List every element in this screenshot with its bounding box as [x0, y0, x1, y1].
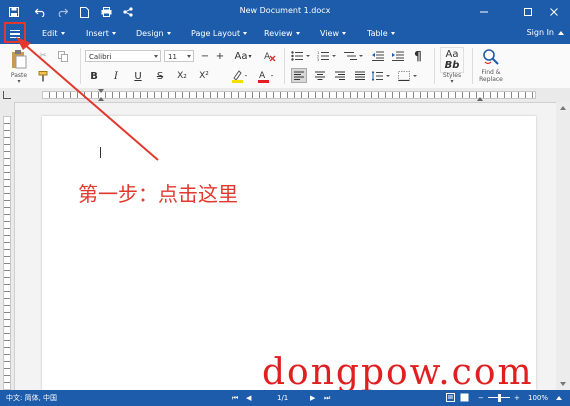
collapse-status-icon[interactable]: [556, 393, 562, 403]
zoom-in-button[interactable]: +: [514, 393, 520, 403]
read-mode-icon[interactable]: [446, 393, 455, 403]
last-page-icon[interactable]: ⏭: [324, 393, 330, 403]
watermark-text: dongpow.com: [262, 352, 534, 393]
zoom-out-button[interactable]: −: [478, 393, 484, 403]
language-status[interactable]: 中文: 简体, 中国: [6, 393, 57, 403]
next-page-icon[interactable]: ▶: [310, 393, 315, 403]
first-page-icon[interactable]: ⏮: [232, 393, 238, 403]
zoom-level[interactable]: 100%: [528, 393, 548, 403]
print-layout-icon[interactable]: [460, 393, 469, 403]
annotation-text: 第一步：点击这里: [78, 182, 238, 206]
status-bar: 中文: 简体, 中国 ⏮ ◀ 1/1 ▶ ⏭ − + 100%: [0, 390, 570, 406]
zoom-slider-thumb[interactable]: [498, 394, 501, 402]
page-indicator: 1/1: [277, 394, 289, 402]
previous-page-icon[interactable]: ◀: [246, 393, 251, 403]
